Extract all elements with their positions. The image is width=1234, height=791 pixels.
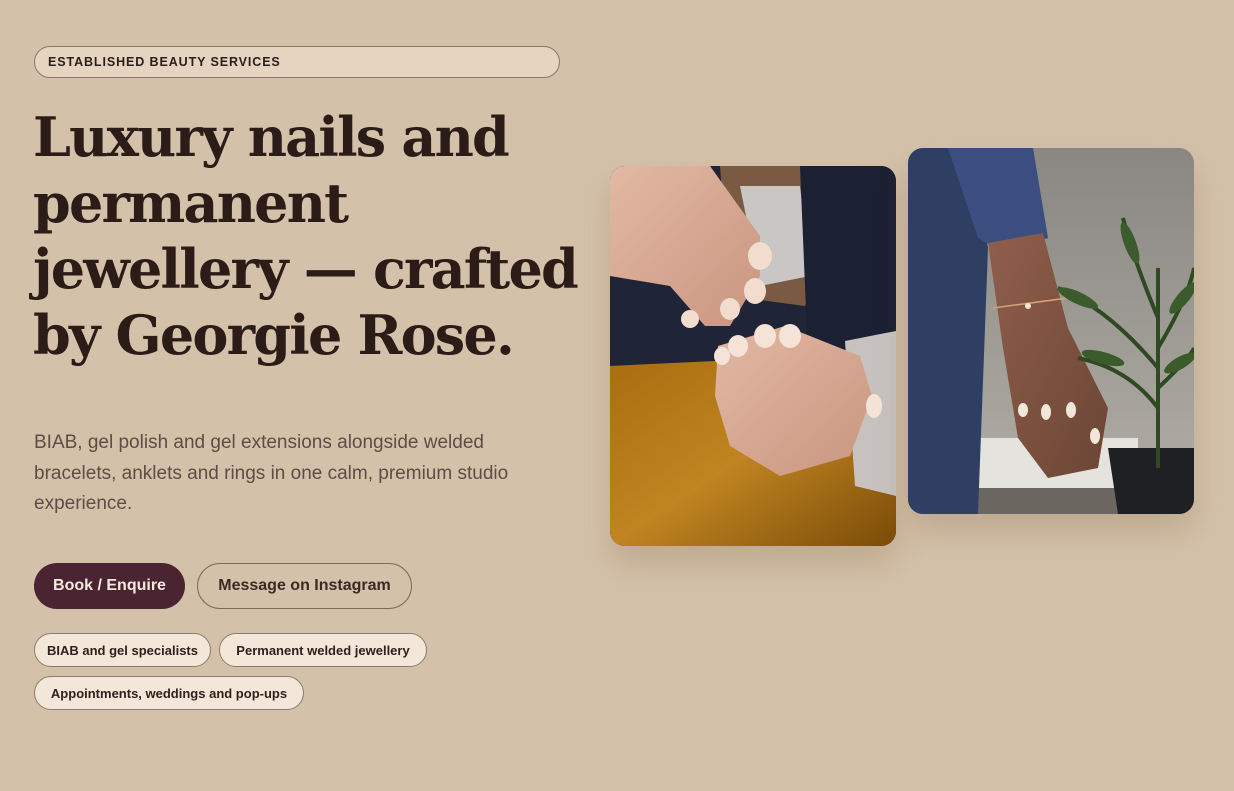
book-enquire-button[interactable]: Book / Enquire [34,563,185,609]
eyebrow-badge: ESTABLISHED BEAUTY SERVICES [34,46,560,78]
nails-photo [610,166,896,546]
bracelet-photo [908,148,1194,514]
message-instagram-button[interactable]: Message on Instagram [197,563,412,609]
tag-appointments: Appointments, weddings and pop-ups [34,676,304,710]
tag-welded-jewellery: Permanent welded jewellery [219,633,427,667]
tag-biab-gel: BIAB and gel specialists [34,633,211,667]
hero-headline: Luxury nails and permanent jewellery — c… [33,105,579,367]
hero-subtext: BIAB, gel polish and gel extensions alon… [34,432,509,514]
hero-section: ESTABLISHED BEAUTY SERVICES Luxury nails… [0,0,1234,791]
